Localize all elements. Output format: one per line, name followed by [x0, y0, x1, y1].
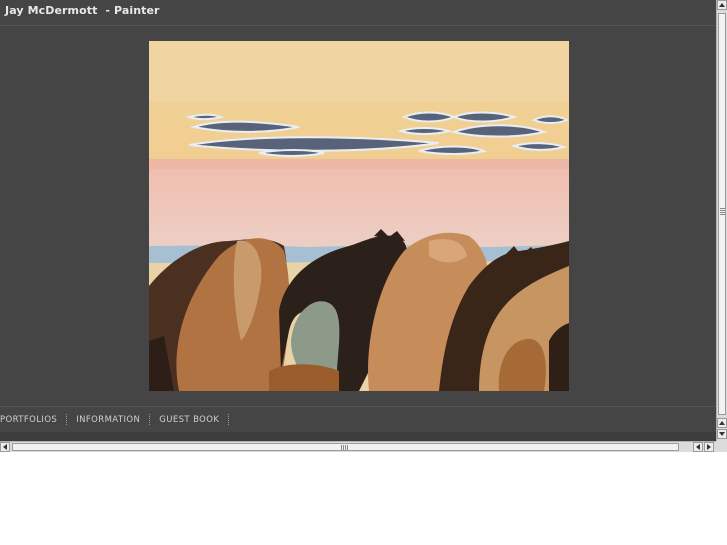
scroll-up-button-lower[interactable]: [717, 418, 727, 428]
scrollbar-corner: [716, 441, 727, 452]
arrow-up-icon: [719, 3, 725, 7]
painting-image: [149, 41, 569, 391]
nav-link-guest-book[interactable]: GUEST BOOK: [159, 415, 219, 425]
arrow-down-icon: [719, 432, 725, 436]
arrow-left-icon: [3, 444, 7, 450]
site-title: Jay McDermott - Painter: [5, 4, 160, 17]
scroll-left-button-right[interactable]: [693, 442, 703, 452]
grip-line: [720, 214, 725, 215]
horizontal-scroll-thumb[interactable]: [12, 443, 679, 451]
grip-line: [720, 210, 725, 211]
nav-list: PORTFOLIOS INFORMATION GUEST BOOK: [0, 414, 238, 425]
horizontal-scrollbar[interactable]: [0, 441, 716, 452]
nav-link-information[interactable]: INFORMATION: [76, 415, 140, 425]
scroll-down-button[interactable]: [717, 429, 727, 439]
site-frame: Jay McDermott - Painter PORTFOLIOS INFOR…: [0, 0, 716, 441]
grip-line: [347, 445, 348, 450]
grip-line: [720, 212, 725, 213]
nav-separator: [228, 414, 230, 425]
grip-line: [341, 445, 342, 450]
grip-line: [345, 445, 346, 450]
scroll-left-button[interactable]: [0, 442, 10, 452]
vertical-scrollbar[interactable]: [716, 0, 727, 441]
arrow-left-icon: [696, 444, 700, 450]
frame-bottom-bar: [0, 432, 716, 441]
nav-separator: [66, 414, 68, 425]
vertical-scroll-thumb[interactable]: [718, 13, 726, 415]
grip-line: [720, 208, 725, 209]
grip-line: [343, 445, 344, 450]
nav-separator: [149, 414, 151, 425]
arrow-up-icon: [719, 421, 725, 425]
main-nav: PORTFOLIOS INFORMATION GUEST BOOK: [0, 406, 716, 433]
nav-link-portfolios[interactable]: PORTFOLIOS: [0, 415, 57, 425]
scroll-up-button[interactable]: [717, 0, 727, 10]
arrow-right-icon: [707, 444, 711, 450]
scroll-right-button[interactable]: [704, 442, 714, 452]
featured-painting: [149, 41, 569, 391]
site-header: Jay McDermott - Painter: [0, 0, 716, 26]
